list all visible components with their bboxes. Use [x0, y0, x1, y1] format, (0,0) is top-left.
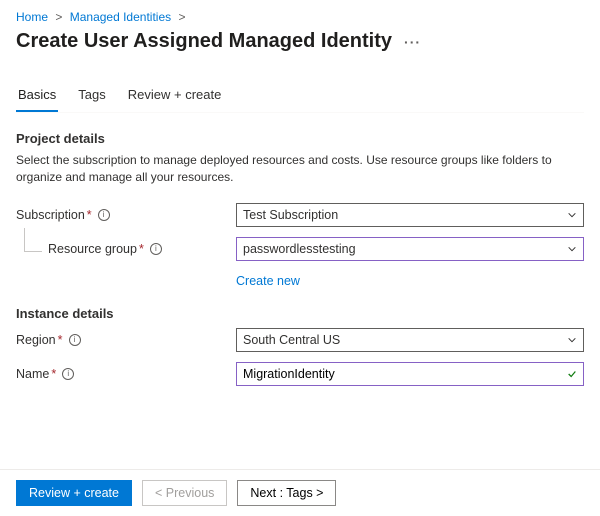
chevron-down-icon: [567, 210, 577, 220]
tab-review-create[interactable]: Review + create: [126, 81, 224, 112]
resource-group-value: passwordlesstesting: [243, 242, 356, 256]
breadcrumb: Home > Managed Identities >: [16, 10, 584, 24]
instance-details-heading: Instance details: [16, 306, 584, 321]
chevron-right-icon: >: [178, 10, 185, 24]
tabs: Basics Tags Review + create: [16, 81, 584, 113]
name-input-wrapper: [236, 362, 584, 386]
required-indicator: *: [87, 208, 92, 222]
previous-button: < Previous: [142, 480, 227, 506]
resource-group-label: Resource group * i: [16, 242, 236, 256]
breadcrumb-managed-identities[interactable]: Managed Identities: [70, 10, 171, 24]
region-dropdown[interactable]: South Central US: [236, 328, 584, 352]
region-value: South Central US: [243, 333, 340, 347]
region-label: Region * i: [16, 333, 236, 347]
subscription-label: Subscription * i: [16, 208, 236, 222]
tab-tags[interactable]: Tags: [76, 81, 107, 112]
review-create-button[interactable]: Review + create: [16, 480, 132, 506]
chevron-down-icon: [567, 244, 577, 254]
project-details-description: Select the subscription to manage deploy…: [16, 152, 584, 186]
name-input[interactable]: [243, 367, 567, 381]
create-new-resource-group-link[interactable]: Create new: [236, 274, 300, 288]
project-details-heading: Project details: [16, 131, 584, 146]
subscription-dropdown[interactable]: Test Subscription: [236, 203, 584, 227]
info-icon[interactable]: i: [62, 368, 74, 380]
resource-group-dropdown[interactable]: passwordlesstesting: [236, 237, 584, 261]
checkmark-icon: [567, 369, 577, 379]
name-label: Name * i: [16, 367, 236, 381]
footer-bar: Review + create < Previous Next : Tags >: [0, 469, 600, 516]
tree-connector-icon: [24, 228, 42, 252]
info-icon[interactable]: i: [98, 209, 110, 221]
chevron-down-icon: [567, 335, 577, 345]
required-indicator: *: [51, 367, 56, 381]
next-tags-button[interactable]: Next : Tags >: [237, 480, 336, 506]
tab-basics[interactable]: Basics: [16, 81, 58, 112]
chevron-right-icon: >: [55, 10, 62, 24]
info-icon[interactable]: i: [150, 243, 162, 255]
info-icon[interactable]: i: [69, 334, 81, 346]
breadcrumb-home[interactable]: Home: [16, 10, 48, 24]
subscription-value: Test Subscription: [243, 208, 338, 222]
required-indicator: *: [58, 333, 63, 347]
more-actions-icon[interactable]: ···: [404, 34, 421, 50]
required-indicator: *: [139, 242, 144, 256]
page-title: Create User Assigned Managed Identity ··…: [16, 30, 584, 53]
